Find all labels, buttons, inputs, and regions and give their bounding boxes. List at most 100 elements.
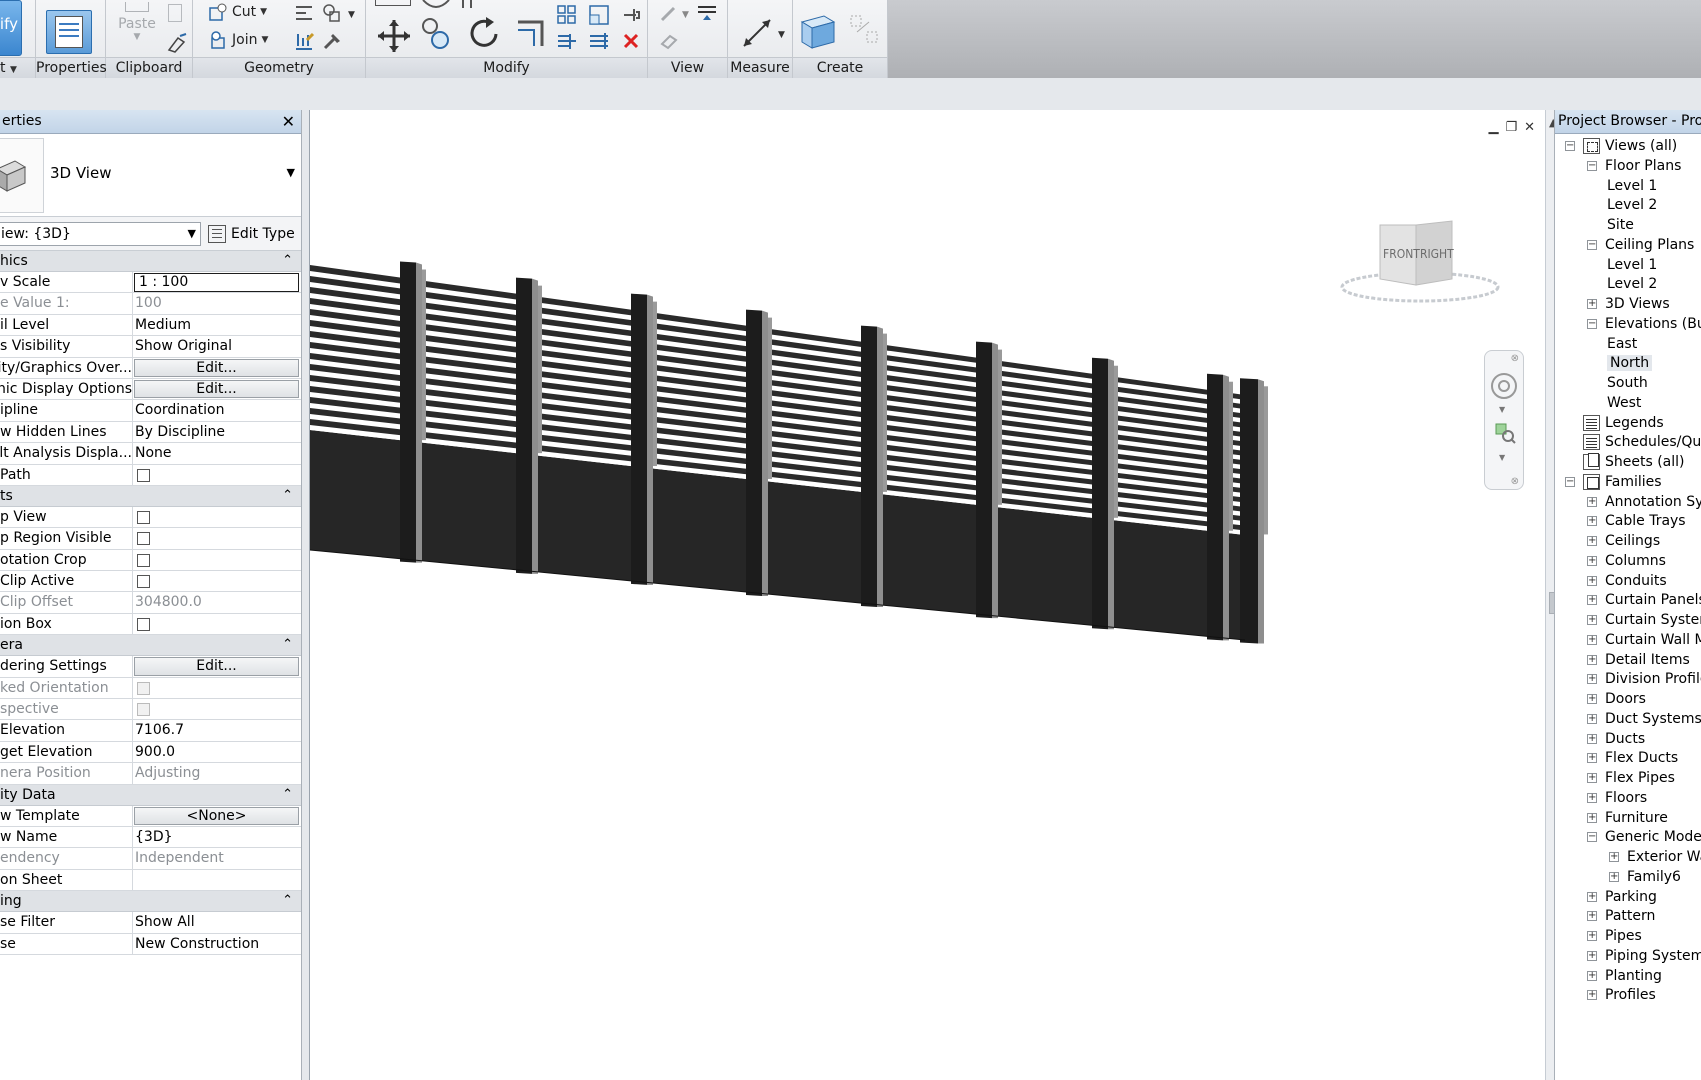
- expand-node-icon[interactable]: +: [1609, 852, 1619, 862]
- select-dropdown[interactable]: t ▼: [0, 57, 35, 78]
- expand-node-icon[interactable]: +: [1587, 773, 1597, 783]
- join-button[interactable]: Join ▼: [208, 30, 268, 50]
- viewcube[interactable]: FRONT RIGHT: [1340, 215, 1500, 310]
- expand-node-icon[interactable]: +: [1587, 931, 1597, 941]
- navbar-options-icon[interactable]: ⊗: [1511, 476, 1519, 487]
- edit-button[interactable]: Edit...: [134, 379, 299, 399]
- edit-button[interactable]: <None>: [134, 806, 299, 825]
- browser-node[interactable]: Pattern: [1605, 906, 1655, 927]
- browser-node[interactable]: Level 1: [1607, 176, 1657, 197]
- edit-button[interactable]: Edit...: [134, 358, 299, 377]
- property-value[interactable]: Show All: [133, 912, 301, 932]
- collapse-icon[interactable]: ⌃: [282, 635, 293, 655]
- minimize-icon[interactable]: ▁: [1488, 120, 1498, 135]
- create-assembly-icon[interactable]: [798, 12, 838, 52]
- collapse-node-icon[interactable]: −: [1565, 141, 1575, 151]
- trim-icon[interactable]: [459, 0, 489, 10]
- collapse-node-icon[interactable]: −: [1565, 476, 1575, 487]
- browser-node[interactable]: Sheets (all): [1583, 452, 1685, 473]
- property-value[interactable]: 7106.7: [133, 720, 301, 740]
- expand-node-icon[interactable]: +: [1587, 733, 1597, 744]
- expand-node-icon[interactable]: +: [1587, 950, 1597, 961]
- browser-node[interactable]: Ceilings: [1605, 531, 1660, 552]
- split-gap-icon[interactable]: [588, 30, 610, 52]
- expand-node-icon[interactable]: +: [1587, 654, 1597, 665]
- browser-node[interactable]: Duct Systems: [1605, 709, 1701, 730]
- collapse-node-icon[interactable]: −: [1587, 160, 1597, 171]
- expand-node-icon[interactable]: +: [1587, 812, 1597, 823]
- property-checkbox[interactable]: [137, 553, 150, 567]
- create-parts-icon[interactable]: [847, 12, 883, 48]
- browser-node[interactable]: Level 1: [1607, 255, 1657, 276]
- browser-node[interactable]: Furniture: [1605, 808, 1668, 829]
- expand-node-icon[interactable]: +: [1609, 871, 1619, 882]
- collapse-icon[interactable]: ⌃: [282, 891, 293, 911]
- linework-icon[interactable]: [658, 30, 680, 52]
- browser-node[interactable]: Piping Systems: [1605, 946, 1701, 967]
- browser-node[interactable]: Family6: [1627, 867, 1681, 888]
- expand-node-icon[interactable]: +: [1587, 713, 1597, 724]
- geometry-dropdown-icon[interactable]: ▼: [348, 10, 355, 20]
- browser-node[interactable]: Pipes: [1605, 926, 1642, 947]
- expand-node-icon[interactable]: +: [1587, 536, 1597, 546]
- close-navbar-icon[interactable]: ⊗: [1511, 353, 1519, 364]
- browser-node[interactable]: Site: [1607, 215, 1634, 236]
- property-checkbox[interactable]: [137, 575, 150, 589]
- property-checkbox[interactable]: [137, 617, 150, 631]
- property-checkbox[interactable]: [137, 510, 150, 524]
- cut-button[interactable]: Cut ▼: [208, 2, 267, 22]
- browser-node[interactable]: Elevations (Bui: [1605, 314, 1701, 335]
- expand-node-icon[interactable]: +: [1587, 595, 1597, 606]
- split-element-icon[interactable]: [556, 30, 578, 52]
- property-checkbox[interactable]: [137, 468, 150, 482]
- expand-node-icon[interactable]: +: [1587, 891, 1597, 902]
- browser-node[interactable]: Division Profile: [1605, 669, 1701, 690]
- modify-button[interactable]: dify: [0, 0, 22, 56]
- collapse-icon[interactable]: ⌃: [282, 785, 293, 805]
- expand-node-icon[interactable]: +: [1587, 555, 1597, 566]
- expand-node-icon[interactable]: +: [1587, 674, 1597, 685]
- browser-node[interactable]: Columns: [1605, 551, 1666, 572]
- expand-node-icon[interactable]: +: [1587, 575, 1597, 586]
- close-view-icon[interactable]: ✕: [1524, 120, 1535, 135]
- zoom-icon[interactable]: [1493, 421, 1517, 445]
- expand-node-icon[interactable]: +: [1587, 990, 1597, 1001]
- expand-node-icon[interactable]: +: [1587, 634, 1597, 645]
- browser-node[interactable]: Flex Pipes: [1605, 768, 1675, 789]
- collapse-node-icon[interactable]: −: [1587, 832, 1597, 843]
- browser-node[interactable]: West: [1607, 393, 1641, 414]
- expand-node-icon[interactable]: +: [1587, 299, 1597, 309]
- properties-section-header[interactable]: ing ⌃: [0, 891, 301, 913]
- browser-node[interactable]: Floors: [1605, 788, 1647, 809]
- browser-node[interactable]: Conduits: [1605, 571, 1667, 592]
- expand-node-icon[interactable]: +: [1587, 970, 1597, 981]
- steering-wheel-icon[interactable]: [1489, 371, 1519, 401]
- close-icon[interactable]: ✕: [282, 110, 295, 133]
- move-icon[interactable]: [376, 18, 412, 54]
- measure-dropdown-icon[interactable]: ▼: [778, 30, 785, 40]
- property-value[interactable]: New Construction: [133, 934, 301, 954]
- properties-section-header[interactable]: era ⌃: [0, 635, 301, 657]
- browser-node[interactable]: Cable Trays: [1605, 511, 1686, 532]
- property-value[interactable]: {3D}: [133, 827, 301, 847]
- browser-node[interactable]: Annotation Syn: [1605, 492, 1701, 513]
- browser-node[interactable]: East: [1607, 334, 1637, 355]
- match-type-icon[interactable]: [166, 32, 188, 54]
- measure-icon[interactable]: [740, 14, 776, 50]
- expand-node-icon[interactable]: +: [1587, 496, 1597, 507]
- browser-node[interactable]: Ducts: [1605, 729, 1645, 750]
- split-face-icon[interactable]: [321, 2, 343, 24]
- copy-icon[interactable]: [168, 4, 182, 22]
- offset-icon[interactable]: [421, 0, 451, 12]
- property-value[interactable]: None: [133, 443, 301, 463]
- browser-node[interactable]: Families: [1583, 472, 1662, 493]
- collapse-node-icon[interactable]: −: [1587, 239, 1597, 250]
- browser-node[interactable]: Level 2: [1607, 195, 1657, 216]
- property-value[interactable]: 900.0: [133, 742, 301, 762]
- expand-node-icon[interactable]: +: [1587, 911, 1597, 922]
- thin-lines-icon[interactable]: [696, 2, 718, 24]
- wall-joins-icon[interactable]: [293, 2, 315, 24]
- browser-node[interactable]: North: [1607, 353, 1653, 374]
- override-dropdown-icon[interactable]: ▼: [682, 10, 689, 20]
- browser-node[interactable]: Flex Ducts: [1605, 748, 1678, 769]
